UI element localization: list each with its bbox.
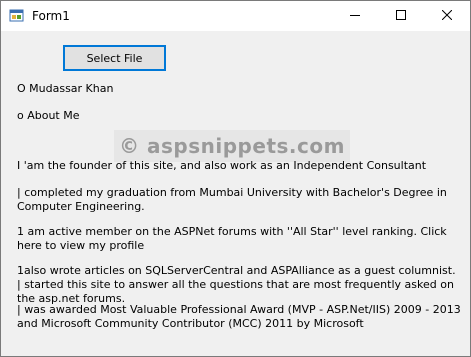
paragraph-founder: I 'am the founder of this site, and also… bbox=[17, 159, 427, 172]
paragraph-forums: 1 am active member on the ASPNet forums … bbox=[17, 225, 447, 252]
close-icon bbox=[441, 9, 453, 23]
title-bar[interactable]: Form1 bbox=[1, 1, 470, 31]
minimize-button[interactable] bbox=[332, 1, 378, 31]
window-title: Form1 bbox=[32, 9, 70, 23]
watermark: © aspsnippets.com bbox=[114, 130, 350, 162]
app-window: Form1 Select File O Mudassar Khan o Abou… bbox=[0, 0, 471, 357]
winforms-app-icon bbox=[9, 8, 25, 24]
maximize-button[interactable] bbox=[378, 1, 424, 31]
name-heading: O Mudassar Khan bbox=[17, 82, 114, 95]
paragraph-graduation: | completed my graduation from Mumbai Un… bbox=[17, 186, 447, 213]
select-file-button[interactable]: Select File bbox=[63, 45, 166, 71]
paragraph-articles: 1also wrote articles on SQLServerCentral… bbox=[17, 264, 456, 305]
maximize-icon bbox=[396, 9, 406, 23]
close-button[interactable] bbox=[424, 1, 470, 31]
form-client-area: Select File O Mudassar Khan o About Me ©… bbox=[1, 31, 470, 356]
paragraph-awards: | was awarded Most Valuable Professional… bbox=[17, 303, 461, 330]
minimize-icon bbox=[350, 10, 360, 23]
about-me-heading: o About Me bbox=[17, 109, 80, 122]
